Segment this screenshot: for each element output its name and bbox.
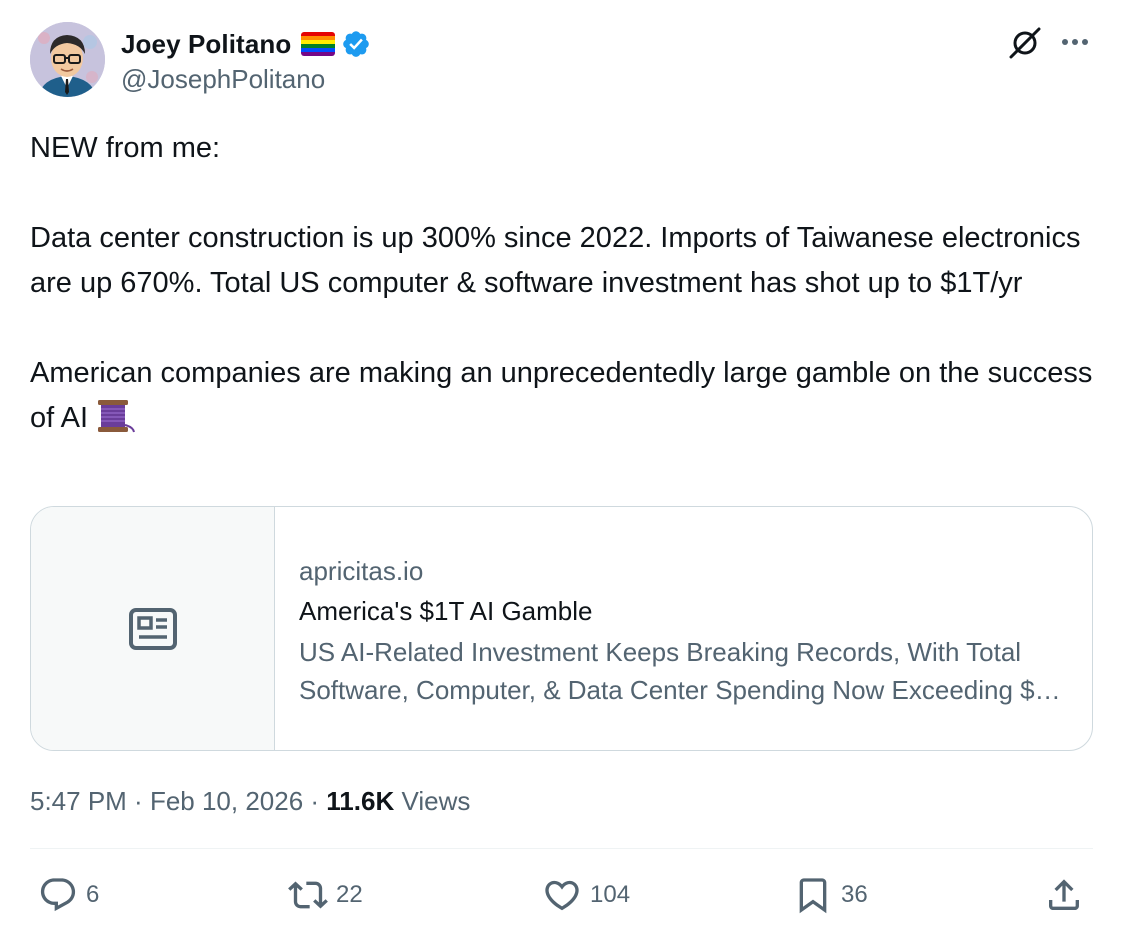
- tweet-paragraph: NEW from me:: [30, 132, 221, 164]
- divider: [30, 848, 1093, 849]
- repost-count: 22: [336, 881, 363, 908]
- bookmark-button[interactable]: 36: [793, 872, 868, 918]
- tweet-paragraph: Data center construction is up 300% sinc…: [30, 222, 1081, 299]
- views-label: Views: [394, 786, 471, 816]
- heart-icon: [545, 880, 579, 911]
- tweet-text: NEW from me: Data center construction is…: [30, 126, 1105, 441]
- tweet-meta: 5:47 PM · Feb 10, 2026 · 11.6K Views: [30, 786, 470, 817]
- share-icon: [1049, 879, 1079, 910]
- repost-button[interactable]: 22: [288, 872, 363, 918]
- tweet-paragraph-text: American companies are making an unprece…: [30, 357, 1093, 434]
- reply-icon: [40, 878, 76, 912]
- author-name-row: Joey Politano: [121, 27, 371, 61]
- author-handle[interactable]: @JosephPolitano: [121, 64, 325, 95]
- repost-icon: [288, 881, 328, 909]
- grok-icon[interactable]: [1006, 24, 1044, 62]
- tweet-date[interactable]: Feb 10, 2026: [150, 786, 303, 817]
- newspaper-icon: [128, 607, 177, 650]
- avatar[interactable]: [30, 22, 105, 97]
- tweet-paragraph: American companies are making an unprece…: [30, 351, 1105, 441]
- meta-separator: ·: [126, 786, 150, 816]
- author-display-name[interactable]: Joey Politano: [121, 29, 291, 60]
- link-card[interactable]: apricitas.io America's $1T AI Gamble US …: [30, 506, 1093, 751]
- like-count: 104: [590, 881, 631, 908]
- tweet: Joey Politano @JosephPolitano NEW from m…: [0, 0, 1123, 931]
- rainbow-flag-icon: [301, 32, 336, 56]
- tweet-time[interactable]: 5:47 PM: [30, 786, 127, 817]
- link-card-body: apricitas.io America's $1T AI Gamble US …: [275, 507, 1092, 750]
- verified-badge-icon: [343, 31, 370, 57]
- link-card-title: America's $1T AI Gamble: [299, 596, 593, 626]
- reply-count: 6: [86, 881, 100, 908]
- bookmark-icon: [799, 878, 827, 914]
- like-button[interactable]: 104: [542, 872, 630, 918]
- share-button[interactable]: [1044, 872, 1084, 918]
- link-card-domain: apricitas.io: [299, 556, 424, 586]
- reply-button[interactable]: 6: [38, 872, 99, 918]
- views-count: 11.6K: [326, 786, 395, 816]
- more-options-icon[interactable]: [1058, 30, 1092, 54]
- spool-of-thread-icon: [98, 400, 136, 433]
- bookmark-count: 36: [841, 881, 868, 908]
- link-card-thumbnail: [31, 507, 275, 750]
- link-card-description: US AI-Related Investment Keeps Breaking …: [299, 637, 1065, 705]
- meta-separator: ·: [303, 786, 327, 816]
